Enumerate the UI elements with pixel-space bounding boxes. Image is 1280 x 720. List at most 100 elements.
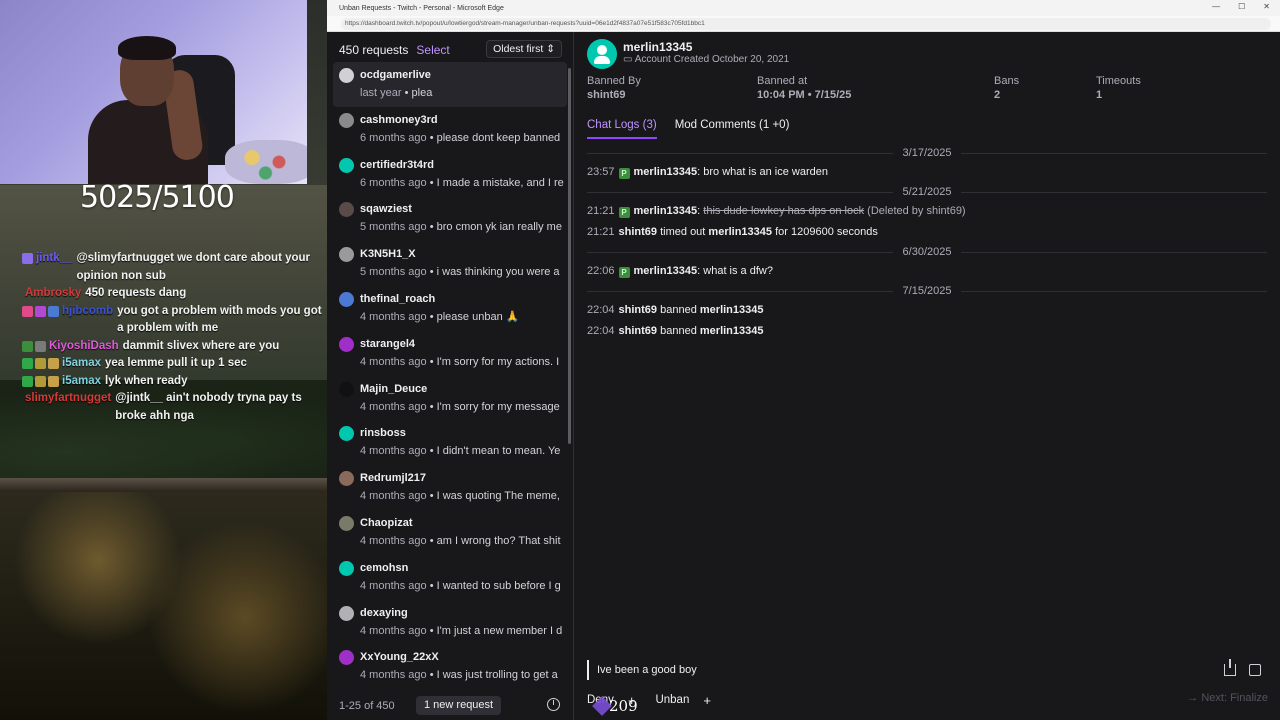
request-age: 4 months ago	[360, 579, 427, 592]
chat-username[interactable]: slimyfartnugget	[25, 390, 115, 408]
close-icon[interactable]: ✕	[1263, 2, 1270, 11]
request-list-item[interactable]: cashmoney3rd 6 months ago • please dont k…	[333, 107, 567, 152]
stat-value: 2	[994, 89, 1001, 101]
pagination-label: 1-25 of 450	[339, 700, 395, 712]
chat-username[interactable]: i5amax	[62, 355, 105, 373]
request-list-item[interactable]: thefinal_roach 4 months ago • please unba…	[333, 286, 567, 331]
request-message: plea	[411, 87, 433, 99]
request-list-item[interactable]: Redrumjl217 4 months ago • I was quoting …	[333, 465, 567, 510]
log-actor[interactable]: shint69	[619, 304, 658, 316]
sort-dropdown[interactable]: Oldest first ⇕	[486, 40, 562, 58]
request-preview: 4 months ago • I was just trolling to ge…	[360, 667, 567, 683]
browser-window: Unban Requests - Twitch - Personal - Mic…	[327, 0, 1280, 720]
url-field[interactable]: https://dashboard.twitch.tv/popout/u/low…	[341, 18, 1271, 30]
request-username: thefinal_roach	[360, 292, 436, 305]
vip-badge-icon: P	[618, 207, 630, 218]
request-list-item[interactable]: cemohsn 4 months ago • I wanted to sub be…	[333, 555, 567, 600]
webcam-feed	[0, 0, 307, 184]
request-username: dexaying	[360, 606, 408, 619]
request-message: I was quoting The meme,	[436, 490, 560, 503]
chat-text: @slimyfartnugget we dont care about your…	[76, 252, 311, 282]
request-message: bro cmon yk ian really me	[436, 221, 562, 234]
request-username: Majin_Deuce	[360, 382, 428, 395]
log-actor[interactable]: shint69	[619, 226, 658, 238]
maximize-icon[interactable]: ☐	[1238, 2, 1245, 11]
request-list-item[interactable]: sqawziest 5 months ago • bro cmon yk ian …	[333, 196, 567, 241]
chat-message: slimyfartnugget @jintk__ ain't nobody try…	[22, 390, 327, 425]
request-preview: 5 months ago • i was thinking you were a	[360, 264, 567, 280]
request-preview: 4 months ago • I'm just a new member I d	[360, 623, 567, 639]
request-list-item[interactable]: dexaying 4 months ago • I'm just a new me…	[333, 600, 567, 645]
new-request-button[interactable]: 1 new request	[416, 696, 502, 715]
request-list-item[interactable]: ocdgamerlive last year • plea	[333, 62, 567, 107]
chat-message: hjibcomb you got a problem with mods you …	[22, 303, 327, 338]
request-preview: 4 months ago • I'm sorry for my message	[360, 399, 567, 415]
next-finalize-button[interactable]: → Next: Finalize	[1187, 692, 1268, 704]
deleted-note: (Deleted by shint69)	[867, 205, 966, 217]
chat-username[interactable]: i5amax	[62, 373, 105, 391]
log-username[interactable]: merlin13345	[634, 205, 698, 217]
chat-badges	[22, 355, 62, 369]
chat-message: jintk__ @slimyfartnugget we dont care abo…	[22, 250, 327, 285]
badge-icon	[35, 305, 46, 317]
comment-icon[interactable]	[1249, 664, 1261, 676]
request-list-item[interactable]: Chaopizat 4 months ago • am I wrong tho? …	[333, 510, 567, 555]
log-username[interactable]: merlin13345	[634, 265, 698, 277]
request-list-item[interactable]: K3N5H1_X 5 months ago • i was thinking yo…	[333, 241, 567, 286]
request-age: 4 months ago	[360, 445, 427, 458]
timer-icon[interactable]	[547, 698, 560, 711]
request-preview: 4 months ago • I'm sorry for my actions.…	[360, 354, 567, 370]
log-action: banned	[660, 304, 697, 316]
request-list-item[interactable]: starangel4 4 months ago • I'm sorry for m…	[333, 331, 567, 376]
chat-text: you got a problem with mods you got a pr…	[117, 304, 322, 335]
chat-username[interactable]: hjibcomb	[62, 303, 117, 321]
log-entry: 22:04 shint69 banned merlin13345	[587, 300, 1267, 321]
log-time: 21:21	[587, 205, 615, 217]
request-age: 4 months ago	[360, 624, 427, 637]
log-date-separator: 6/30/2025	[587, 243, 1267, 261]
request-message: I'm sorry for my actions. I	[436, 355, 560, 368]
unban-button[interactable]: Unban +	[655, 690, 710, 710]
badge-icon	[48, 375, 59, 387]
tab-chat-logs[interactable]: Chat Logs (3)	[587, 119, 657, 139]
request-detail: merlin13345 ▭ Account Created October 20…	[575, 32, 1280, 720]
detail-tabs: Chat Logs (3) Mod Comments (1 +0)	[587, 119, 789, 139]
request-age: 5 months ago	[360, 221, 427, 234]
chat-text: dammit slivex where are you	[122, 339, 280, 352]
share-icon[interactable]	[1224, 659, 1236, 676]
log-time: 22:04	[587, 304, 615, 316]
tab-mod-comments[interactable]: Mod Comments (1 +0)	[675, 119, 790, 139]
list-scrollbar[interactable]	[568, 68, 571, 444]
request-list-item[interactable]: certifiedr3t4rd 6 months ago • I made a m…	[333, 152, 567, 197]
chat-badges	[22, 373, 62, 387]
user-avatar	[339, 202, 354, 218]
chat-username[interactable]: Ambrosky	[25, 285, 85, 303]
log-date-separator: 3/17/2025	[587, 144, 1267, 162]
chat-username[interactable]: jintk__	[36, 250, 76, 268]
select-button[interactable]: Select	[416, 43, 449, 57]
log-target[interactable]: merlin13345	[700, 304, 764, 316]
request-list-item[interactable]: XxYoung_22xX 4 months ago • I was just tr…	[333, 644, 567, 689]
separator-dot: •	[426, 310, 437, 323]
badge-icon	[48, 305, 59, 317]
log-action: banned	[660, 325, 697, 337]
unban-label: Unban	[655, 694, 690, 706]
chat-username[interactable]: KiyoshiDash	[49, 338, 123, 356]
log-target[interactable]: merlin13345	[708, 226, 772, 238]
minimize-icon[interactable]: —	[1212, 2, 1220, 11]
log-target[interactable]: merlin13345	[700, 325, 764, 337]
detail-username[interactable]: merlin13345	[623, 40, 692, 54]
request-list-item[interactable]: Majin_Deuce 4 months ago • I'm sorry for …	[333, 376, 567, 421]
log-entry: 23:57 Pmerlin13345: bro what is an ice wa…	[587, 162, 1267, 183]
request-list-item[interactable]: rinsboss 4 months ago • I didn't mean to …	[333, 420, 567, 465]
request-message: am I wrong tho? That shit	[436, 534, 561, 547]
vip-badge-icon: P	[618, 168, 630, 179]
user-avatar	[339, 291, 354, 307]
log-username[interactable]: merlin13345	[634, 166, 698, 178]
request-username: certifiedr3t4rd	[360, 158, 434, 171]
request-preview: 4 months ago • I was quoting The meme,	[360, 488, 567, 504]
plus-icon[interactable]: +	[703, 693, 711, 708]
log-actor[interactable]: shint69	[619, 325, 658, 337]
log-date-separator: 7/15/2025	[587, 282, 1267, 300]
separator-dot: •	[426, 176, 437, 189]
